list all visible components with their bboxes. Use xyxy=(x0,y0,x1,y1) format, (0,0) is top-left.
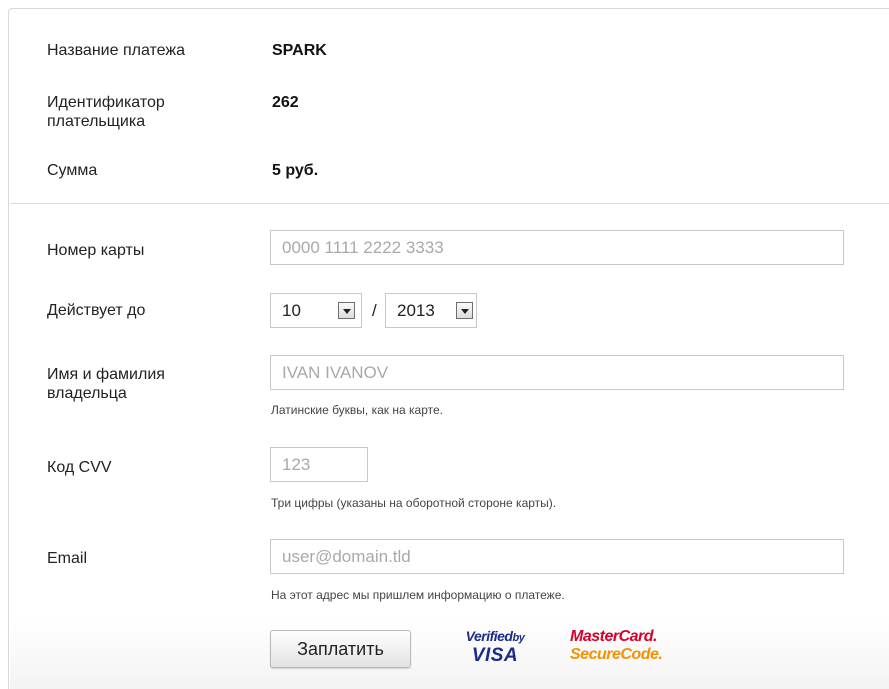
holder-label-line1: Имя и фамилия xyxy=(47,366,165,383)
expiry-month-select[interactable]: 10 xyxy=(270,293,362,328)
visa-logo-verified: Verified xyxy=(465,628,513,644)
cvv-label: Код CVV xyxy=(47,459,112,476)
mc-logo-line2: SecureCode. xyxy=(570,646,663,663)
card-number-label: Номер карты xyxy=(47,242,145,259)
email-label: Email xyxy=(47,550,88,567)
payer-id-label-line2: плательщика xyxy=(47,113,146,130)
summary-divider xyxy=(10,203,889,204)
payer-id-value: 262 xyxy=(272,94,299,111)
payment-name-value: SPARK xyxy=(272,42,327,59)
verified-by-visa-logo: Verifiedby VISA xyxy=(452,628,538,668)
footer-shade xyxy=(10,619,889,689)
payer-id-label-line1: Идентификатор xyxy=(47,94,165,111)
payment-panel: Название платежа SPARK Идентификатор пла… xyxy=(8,8,889,689)
expiry-month-value: 10 xyxy=(282,301,301,320)
expiry-year-select[interactable]: 2013 xyxy=(385,293,477,328)
amount-label: Сумма xyxy=(47,162,98,179)
visa-logo-visa: VISA xyxy=(471,645,519,666)
mastercard-securecode-logo: MasterCard. SecureCode. xyxy=(570,628,690,668)
expiry-label: Действует до xyxy=(47,302,146,319)
cvv-hint: Три цифры (указаны на оборотной стороне … xyxy=(271,496,557,510)
card-number-input[interactable] xyxy=(270,230,844,265)
chevron-down-icon[interactable] xyxy=(338,302,355,319)
expiry-separator: / xyxy=(372,301,377,320)
pay-button[interactable]: Заплатить xyxy=(270,630,411,668)
email-hint: На этот адрес мы пришлем информацию о пл… xyxy=(271,588,565,602)
expiry-year-value: 2013 xyxy=(397,301,435,320)
payer-id-label: Идентификатор плательщика xyxy=(47,93,165,131)
holder-name-input[interactable] xyxy=(270,355,844,390)
holder-hint: Латинские буквы, как на карте. xyxy=(271,403,443,417)
chevron-down-icon[interactable] xyxy=(456,302,473,319)
visa-logo-by: by xyxy=(512,632,525,644)
amount-value: 5 руб. xyxy=(272,162,319,179)
payment-name-label: Название платежа xyxy=(47,42,185,59)
mc-logo-line1: MasterCard. xyxy=(570,628,657,645)
holder-label: Имя и фамилия владельца xyxy=(47,365,165,403)
holder-label-line2: владельца xyxy=(47,385,127,402)
email-input[interactable] xyxy=(270,539,844,574)
cvv-input[interactable] xyxy=(270,447,368,482)
